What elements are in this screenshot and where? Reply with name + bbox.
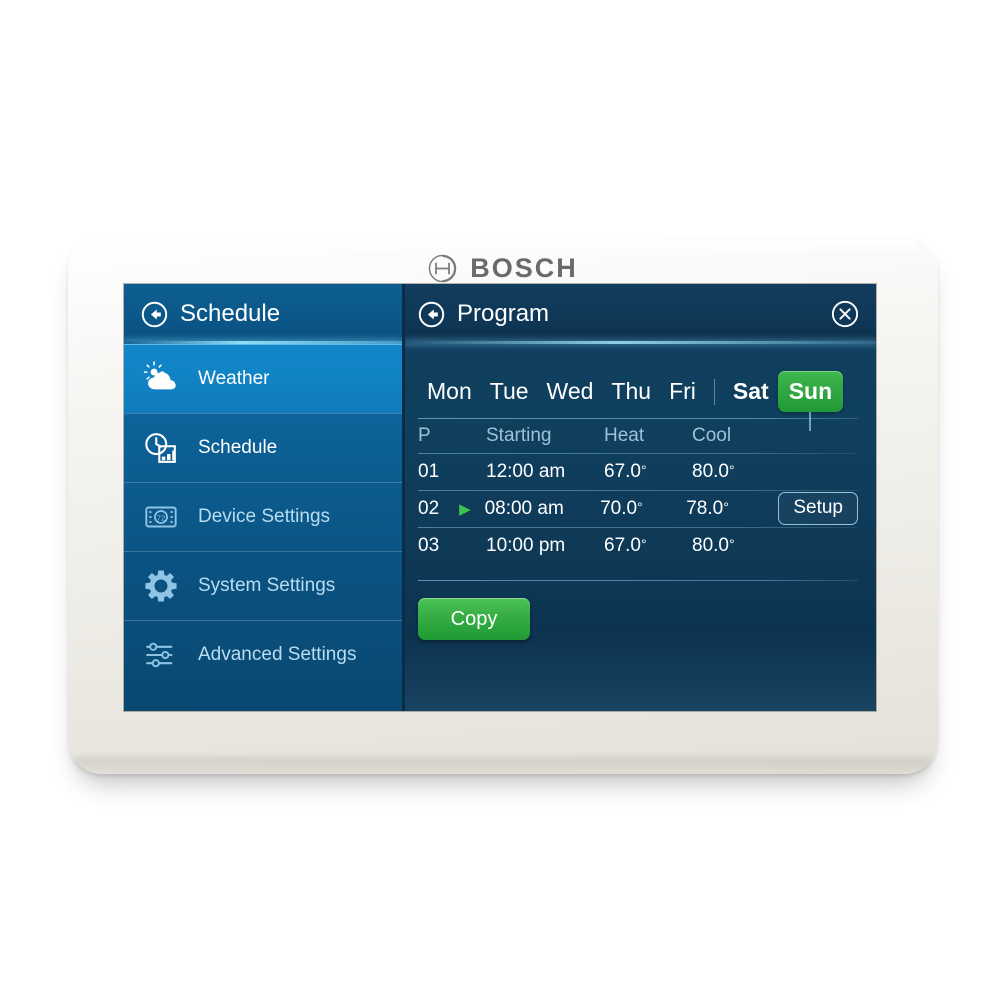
screen-bottom-glow [405,637,876,711]
table-bottom-rule [418,580,858,581]
sidebar-item-advanced-settings[interactable]: Advanced Settings [124,620,402,689]
thermostat-device-icon: 72 [145,506,177,527]
row-cool-setpoint: 80.0° [692,534,735,556]
sidebar-item-label: Advanced Settings [198,643,357,665]
sidebar-item-device-settings[interactable]: 72 Device Settings [124,482,402,551]
sidebar-nav: Weather Schedule 72 Device Settings Syst… [124,344,402,689]
clock-calendar-icon [145,432,176,463]
day-tab-wed[interactable]: Wed [538,374,603,409]
touch-screen: Schedule Weather Schedule 72 Device Sett… [124,284,876,711]
column-header-cool: Cool [692,425,732,446]
play-triangle-icon: ▶ [459,500,471,518]
table-row[interactable]: 01 12:00 am 67.0° 80.0° [418,453,858,490]
table-header-row: P Starting Heat Cool [418,419,858,453]
row-period: 01 [418,460,440,482]
close-circle-icon[interactable] [831,300,859,328]
page-title: Schedule [180,300,281,327]
right-panel: Program Mon Tue Wed Thu Fri Sat Sun P St… [402,284,876,711]
row-active-marker: ▶ [459,498,484,520]
sidebar-item-label: Weather [198,367,270,389]
back-arrow-icon[interactable] [418,301,445,328]
brand-area: BOSCH [68,250,938,286]
row-start-time: 12:00 am [486,460,566,482]
sidebar-item-system-settings[interactable]: System Settings [124,551,402,620]
row-heat-setpoint: 67.0° [604,460,647,482]
row-cool-setpoint: 78.0° [686,497,729,519]
row-period: 02 [418,497,440,519]
schedule-header: Schedule [124,284,402,344]
sidebar-item-label: Schedule [198,436,278,458]
degree-symbol: ° [728,461,735,478]
row-heat-setpoint: 70.0° [600,497,643,519]
brand-name: BOSCH [470,252,578,283]
sidebar-item-label: System Settings [198,574,336,596]
column-header-p: P [418,425,431,446]
day-tab-fri[interactable]: Fri [660,374,705,409]
back-arrow-icon[interactable] [141,301,168,328]
sidebar-item-weather[interactable]: Weather [124,344,402,413]
day-tabs: Mon Tue Wed Thu Fri Sat Sun [418,365,858,431]
gear-icon [145,569,177,602]
day-tab-thu[interactable]: Thu [602,374,660,409]
degree-symbol: ° [723,498,729,515]
thermostat-device: BOSCH Schedule Weather Schedule 72 Devic… [68,236,938,774]
row-cool-setpoint: 80.0° [692,460,735,482]
row-start-time: 10:00 pm [486,534,566,556]
sliders-icon [146,642,173,667]
row-start-time: 08:00 am [484,497,564,519]
day-tab-sat[interactable]: Sat [724,374,778,409]
day-tab-mon[interactable]: Mon [418,374,481,409]
day-tab-tue[interactable]: Tue [481,374,538,409]
bosch-logo-icon [428,254,457,282]
svg-text:72: 72 [157,513,166,522]
table-row[interactable]: 03 10:00 pm 67.0° 80.0° [418,527,858,564]
column-header-starting: Starting [486,425,552,446]
degree-symbol: ° [637,498,643,515]
sidebar-item-schedule[interactable]: Schedule [124,413,402,482]
left-panel: Schedule Weather Schedule 72 Device Sett… [124,284,402,711]
setup-button[interactable]: Setup [778,492,858,525]
program-table: P Starting Heat Cool 01 12:00 am 67.0° 8… [418,419,858,564]
program-header: Program [405,284,876,344]
row-period: 03 [418,534,440,556]
panel-title: Program [457,300,550,327]
copy-button[interactable]: Copy [418,598,530,640]
day-tab-sun[interactable]: Sun [777,371,844,431]
table-row[interactable]: 02 ▶ 08:00 am 70.0° 78.0° Setup [418,490,858,527]
row-heat-setpoint: 67.0° [604,534,647,556]
degree-symbol: ° [728,535,735,552]
weather-cloud-sun-icon [143,360,176,389]
degree-symbol: ° [640,461,647,478]
sidebar-item-label: Device Settings [198,505,331,527]
column-header-heat: Heat [604,425,645,446]
day-tabs-divider [713,378,715,405]
degree-symbol: ° [640,535,647,552]
screenshot-root: BOSCH Schedule Weather Schedule 72 Devic… [0,0,1000,1000]
